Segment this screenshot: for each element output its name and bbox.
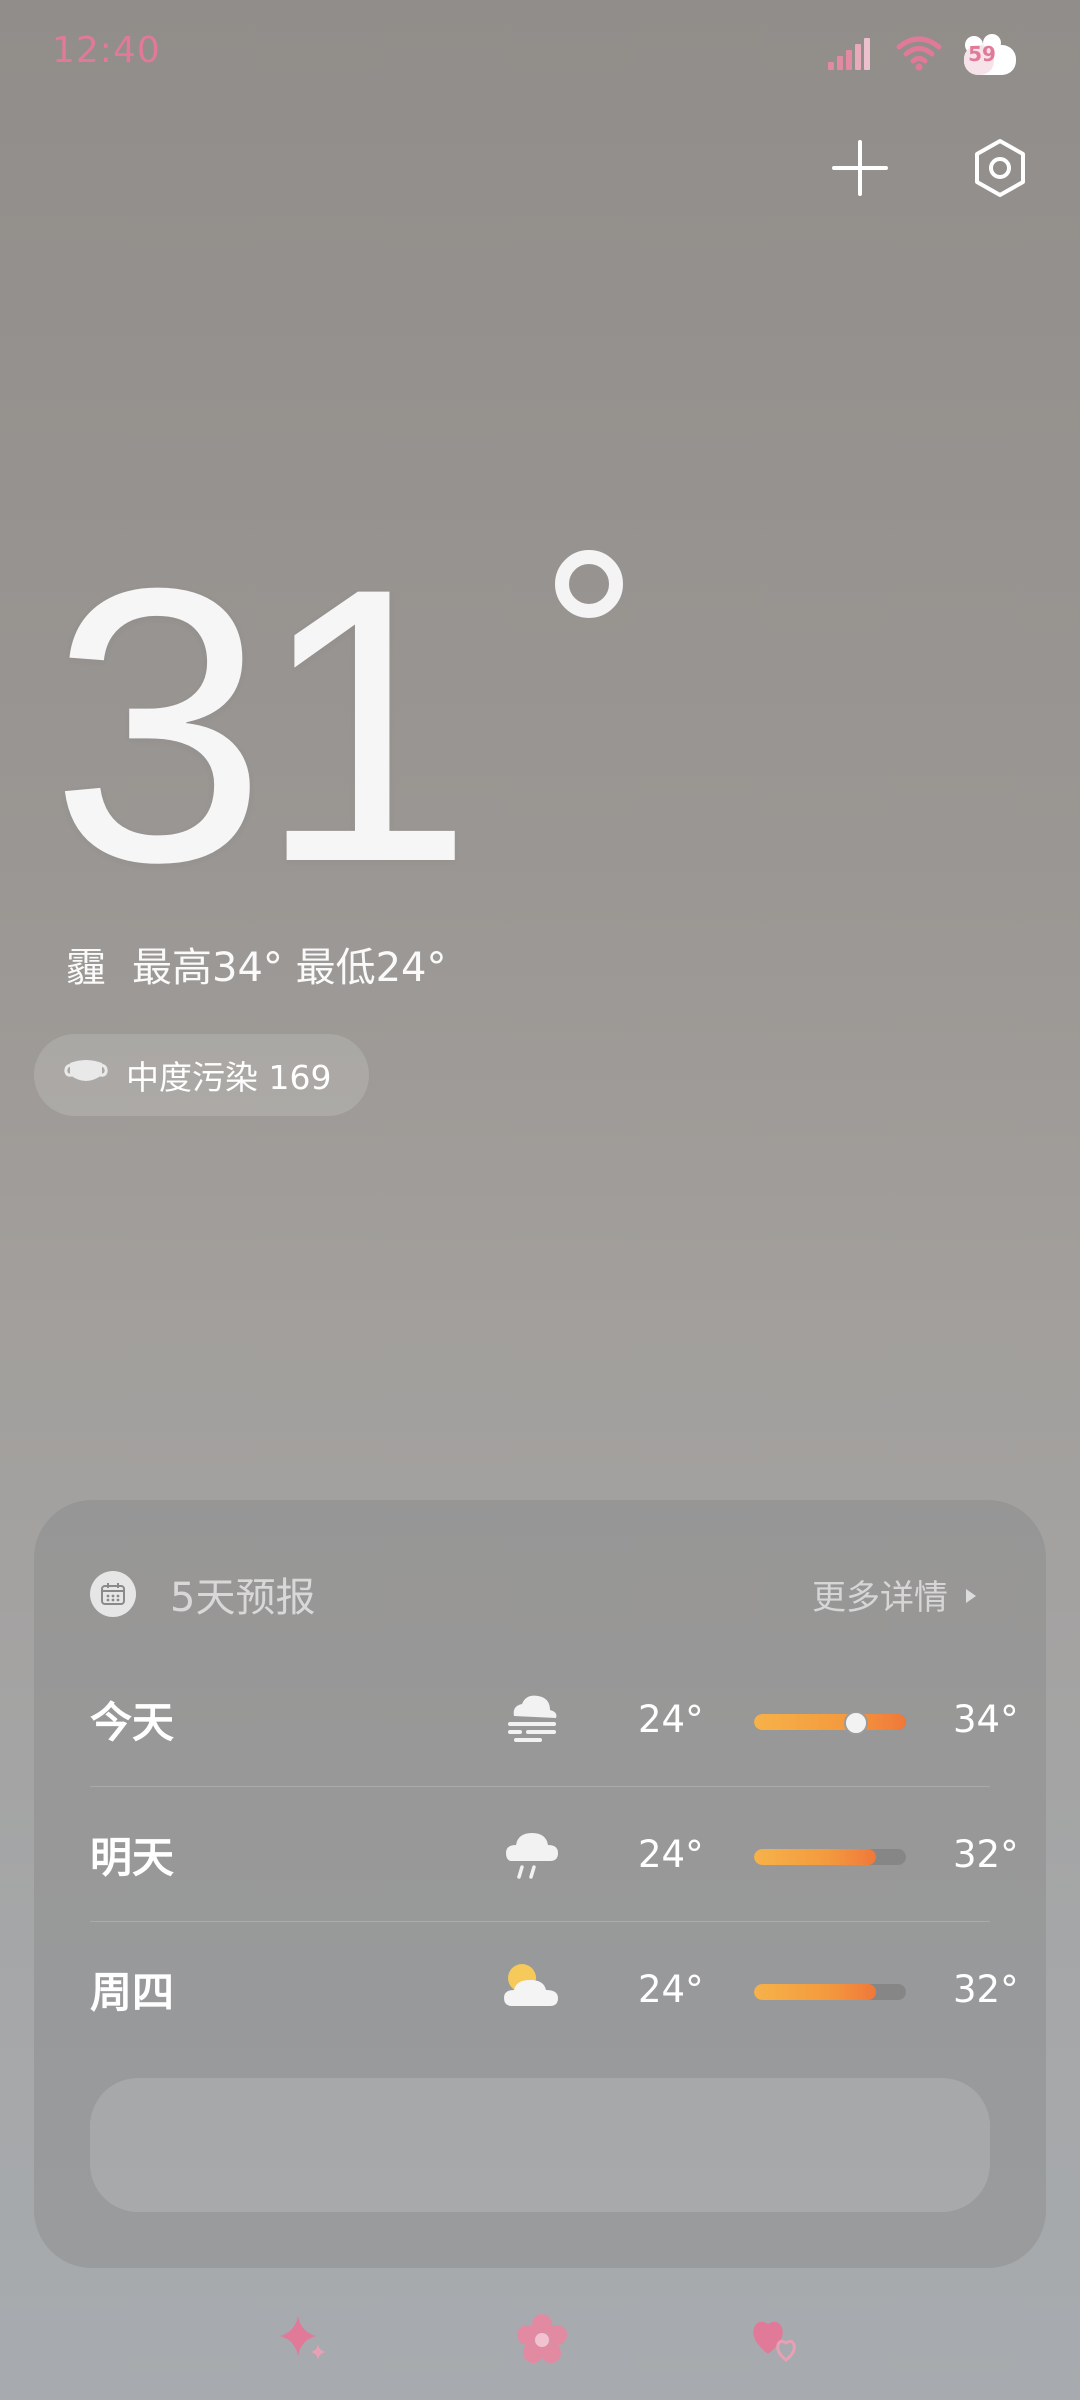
status-bar: 12:40 59 [0,0,1080,110]
hexagon-gear-icon [970,138,1030,202]
rain-cloud-icon [500,1821,564,1885]
signal-icon [828,36,876,74]
add-city-button[interactable] [820,130,900,210]
aqi-label: 中度污染 169 [126,1058,332,1097]
current-temperature-block: 31 [50,530,623,920]
flower-icon[interactable] [512,2310,572,2370]
forecast-row-thursday[interactable]: 周四 24° 32° [90,1922,1019,2056]
forecast-high: 32° [953,1832,1019,1876]
settings-button[interactable] [960,130,1040,210]
temperature-range-bar [754,1984,906,2000]
forecast-title: 5天预报 [170,1575,316,1621]
more-details-link[interactable]: 更多详情 [812,1564,978,1624]
forecast-row-tomorrow[interactable]: 明天 24° 32° [90,1787,1019,1921]
high-low-text: 最高34° 最低24° [132,945,447,991]
plus-icon [832,140,888,200]
sparkle-icon[interactable] [274,2310,334,2370]
top-actions [820,130,1040,210]
degree-symbol [555,550,623,618]
partly-cloudy-icon [500,1956,564,2020]
current-temp-marker [843,1711,868,1735]
forecast-card: 5天预报 更多详情 今天 24° 34° 明天 24° 32° 周四 24° 3… [34,1500,1046,2268]
battery-level: 59 [968,42,996,66]
forecast-low: 24° [638,1967,704,2011]
condition-line: 霾 最高34° 最低24° [66,935,447,993]
current-temperature: 31 [50,507,474,943]
haze-cloud-icon [500,1686,564,1750]
temperature-range-bar [754,1849,906,1865]
condition-text: 霾 [66,945,106,991]
forecast-extra-panel[interactable] [90,2078,990,2212]
hearts-icon[interactable] [746,2310,806,2370]
chevron-right-icon [964,1574,978,1614]
aqi-chip[interactable]: 中度污染 169 [34,1034,370,1116]
temperature-range-fill [754,1984,876,2000]
calendar-icon [90,1571,136,1617]
forecast-low: 24° [638,1697,704,1741]
temperature-range-fill [754,1714,906,1730]
city-pager [0,2300,1080,2380]
wifi-icon [896,35,942,75]
status-icons: 59 [828,30,1020,80]
mask-icon [64,1055,108,1095]
battery-icon: 59 [962,33,1020,77]
forecast-day: 周四 [90,1967,175,2017]
forecast-header: 5天预报 更多详情 [90,1564,990,1624]
temperature-range-fill [754,1849,876,1865]
forecast-high: 34° [953,1697,1019,1741]
status-time: 12:40 [52,30,161,71]
forecast-low: 24° [638,1832,704,1876]
more-details-label: 更多详情 [812,1577,948,1618]
forecast-day: 今天 [90,1697,175,1747]
forecast-row-today[interactable]: 今天 24° 34° [90,1652,1019,1786]
temperature-range-bar [754,1714,906,1730]
forecast-high: 32° [953,1967,1019,2011]
forecast-day: 明天 [90,1832,175,1882]
